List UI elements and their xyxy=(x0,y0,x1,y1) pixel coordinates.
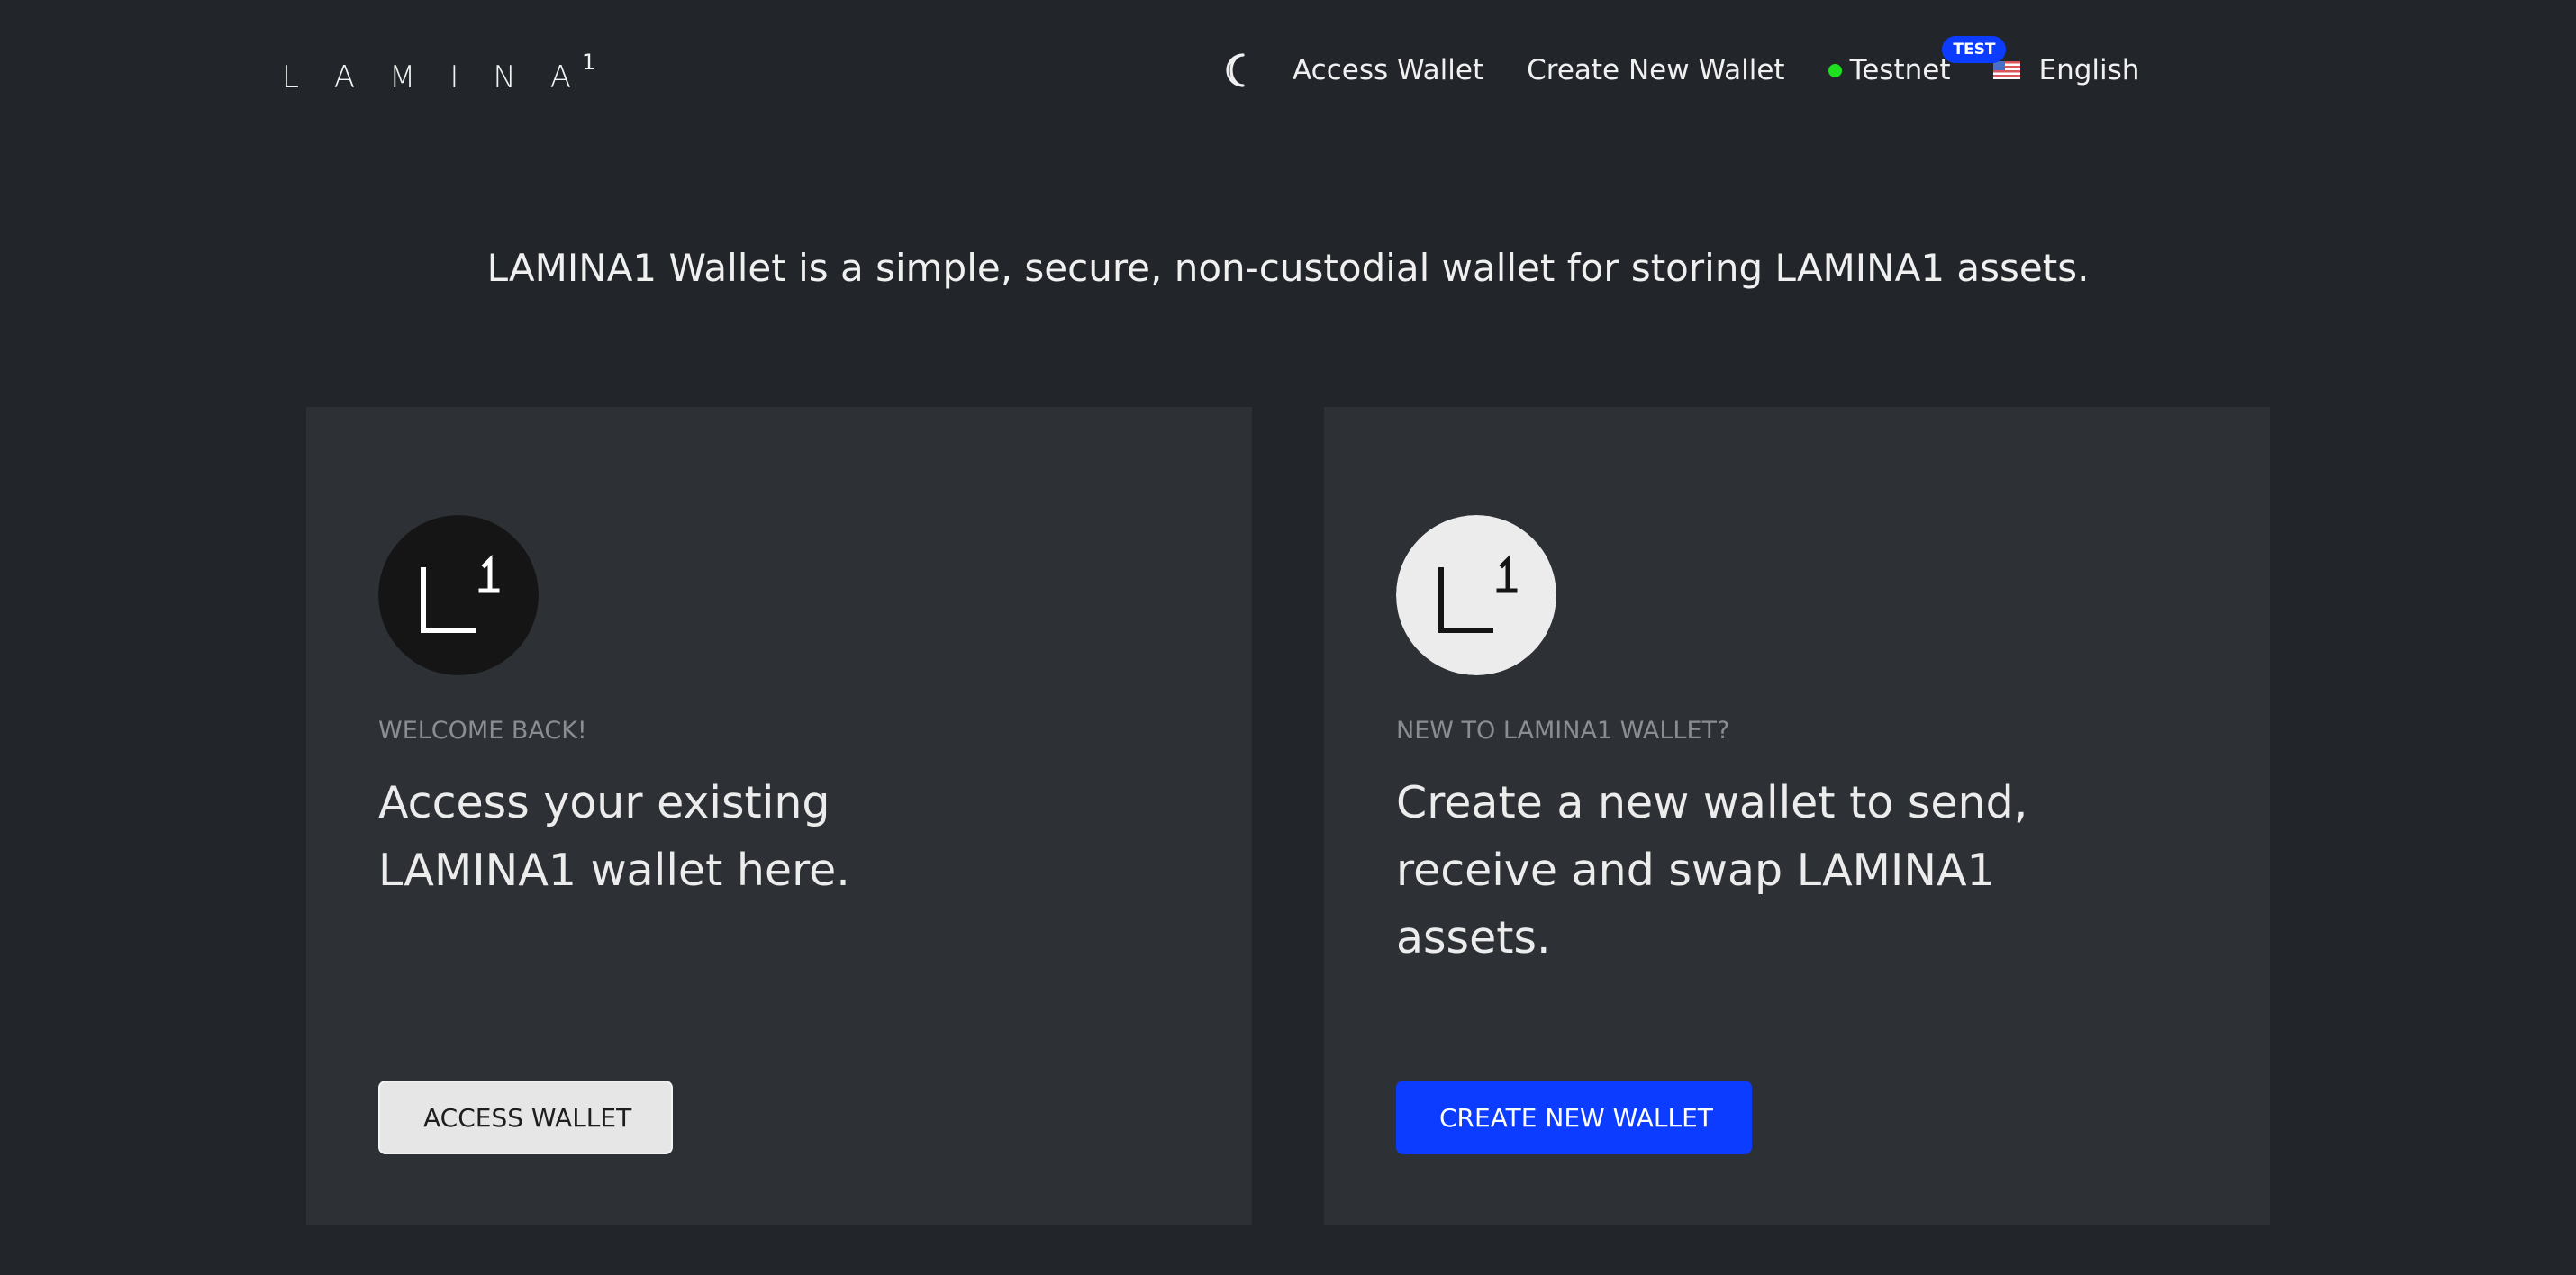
logo-superscript: 1 xyxy=(582,50,596,75)
create-new-wallet-button[interactable]: CREATE NEW WALLET xyxy=(1396,1081,1752,1154)
nav-access-wallet-link[interactable]: Access Wallet xyxy=(1293,54,1483,86)
lamina1-dark-logo-icon xyxy=(378,515,539,675)
access-wallet-description: Access your existing LAMINA1 wallet here… xyxy=(378,777,850,896)
lamina1-logo[interactable]: LAMINA 1 xyxy=(282,50,595,95)
moon-icon xyxy=(1226,53,1245,87)
logo-wordmark: LAMINA xyxy=(282,59,606,95)
lamina1-light-logo-icon xyxy=(1396,515,1556,675)
new-to-wallet-label: NEW TO LAMINA1 WALLET? xyxy=(1396,717,1730,745)
language-label: English xyxy=(2038,54,2140,86)
network-label: Testnet xyxy=(1849,54,1951,86)
network-selector[interactable]: Testnet TEST xyxy=(1828,36,2007,86)
network-status-dot xyxy=(1828,63,1842,77)
page-tagline: LAMINA1 Wallet is a simple, secure, non-… xyxy=(486,246,2090,290)
theme-toggle-button[interactable] xyxy=(1220,52,1256,88)
us-flag-icon xyxy=(1993,61,2021,79)
access-wallet-button[interactable]: ACCESS WALLET xyxy=(378,1081,673,1154)
welcome-back-label: WELCOME BACK! xyxy=(378,717,587,745)
language-selector[interactable]: English xyxy=(1993,54,2139,86)
nav-create-wallet-link[interactable]: Create New Wallet xyxy=(1527,54,1784,86)
network-test-badge: TEST xyxy=(1942,36,2007,63)
top-nav: Access Wallet Create New Wallet Testnet … xyxy=(1220,36,2139,95)
create-wallet-card: NEW TO LAMINA1 WALLET? Create a new wall… xyxy=(1324,407,2270,1225)
access-wallet-card: WELCOME BACK! Access your existing LAMIN… xyxy=(306,407,1252,1225)
create-wallet-description: Create a new wallet to send, receive and… xyxy=(1396,777,2028,963)
top-header: LAMINA 1 Access Wallet Create New Wallet… xyxy=(0,0,2576,144)
